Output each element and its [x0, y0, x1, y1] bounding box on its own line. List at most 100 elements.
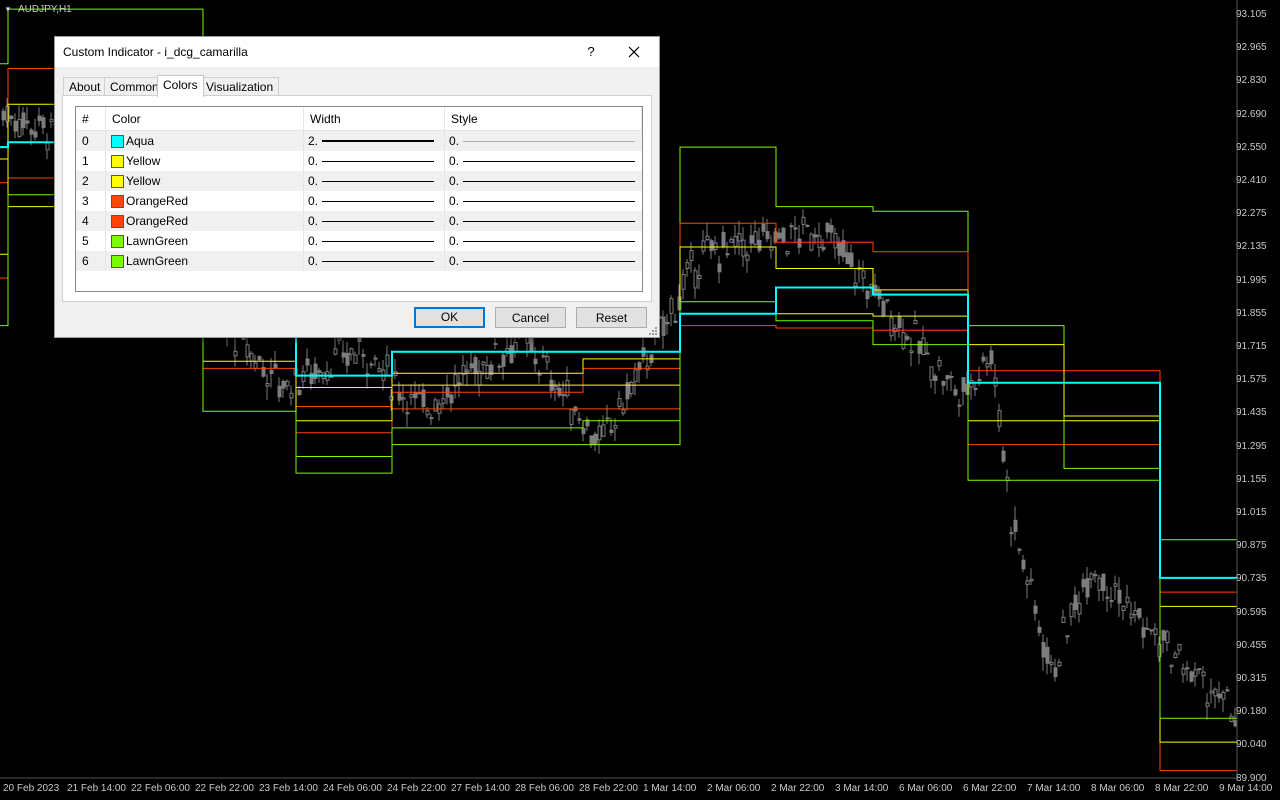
width-select[interactable]: 0. [304, 171, 445, 191]
color-swatch [111, 215, 124, 228]
candle-body [1153, 628, 1158, 635]
candle-body [597, 425, 602, 441]
tab-colors[interactable]: Colors [157, 75, 204, 97]
symbol-dropdown-icon[interactable]: ▼ [4, 5, 12, 14]
tab-about[interactable]: About [63, 77, 107, 96]
color-picker[interactable]: LawnGreen [106, 231, 304, 251]
help-button[interactable]: ? [581, 42, 601, 62]
width-select[interactable]: 0. [304, 151, 445, 171]
dialog-titlebar[interactable]: Custom Indicator - i_dcg_camarilla ? [55, 37, 659, 67]
style-select[interactable]: 0. [445, 131, 642, 151]
candle-body [689, 250, 694, 262]
candle-body [569, 409, 574, 425]
style-select[interactable]: 0. [445, 151, 642, 171]
style-line-preview [463, 161, 635, 162]
candle-body [1081, 579, 1086, 588]
color-picker[interactable]: OrangeRed [106, 211, 304, 231]
style-select[interactable]: 0. [445, 251, 642, 271]
candle-body [281, 380, 286, 389]
width-select[interactable]: 0. [304, 231, 445, 251]
row-index: 3 [76, 191, 106, 211]
color-picker[interactable]: OrangeRed [106, 191, 304, 211]
color-name: Yellow [126, 174, 161, 188]
width-line-preview [322, 201, 434, 202]
colors-table: # Color Width Style 0 Aqua 2. 0. 1 Yellow 0. 0.… [75, 106, 643, 292]
candle-body [1069, 603, 1074, 618]
candle-body [685, 262, 690, 269]
candle-body [369, 363, 374, 366]
color-swatch [111, 195, 124, 208]
reset-button[interactable]: Reset [576, 307, 647, 328]
style-select[interactable]: 0. [445, 171, 642, 191]
candle-body [705, 235, 710, 241]
style-value: 0. [449, 254, 460, 268]
color-swatch [111, 175, 124, 188]
candle-body [1221, 691, 1226, 700]
table-row[interactable]: 4 OrangeRed 0. 0. [76, 211, 642, 231]
width-value: 0. [308, 214, 319, 228]
table-row[interactable]: 0 Aqua 2. 0. [76, 131, 642, 151]
width-select[interactable]: 2. [304, 131, 445, 151]
candle-body [533, 358, 538, 365]
price-tick-label: 90.315 [1236, 673, 1267, 684]
candle-body [1161, 630, 1166, 641]
candle-body [373, 357, 378, 360]
cancel-button[interactable]: Cancel [495, 307, 566, 328]
candle-body [273, 363, 278, 369]
candle-body [473, 357, 478, 374]
resize-grip-icon[interactable] [649, 327, 657, 335]
table-row[interactable]: 5 LawnGreen 0. 0. [76, 231, 642, 251]
width-select[interactable]: 0. [304, 191, 445, 211]
candle-body [781, 227, 786, 242]
table-row[interactable]: 3 OrangeRed 0. 0. [76, 191, 642, 211]
candle-body [1209, 690, 1214, 694]
ok-button[interactable]: OK [414, 307, 485, 328]
tab-common[interactable]: Common [104, 77, 165, 96]
candle-body [45, 142, 50, 151]
width-value: 0. [308, 154, 319, 168]
candle-body [1197, 668, 1202, 671]
style-line-preview [463, 141, 635, 142]
candle-body [1029, 578, 1034, 582]
table-row[interactable]: 1 Yellow 0. 0. [76, 151, 642, 171]
style-select[interactable]: 0. [445, 211, 642, 231]
candle-body [841, 240, 846, 258]
candle-body [333, 348, 338, 355]
style-line-preview [463, 201, 635, 202]
candle-body [709, 240, 714, 252]
style-value: 0. [449, 194, 460, 208]
width-value: 0. [308, 254, 319, 268]
color-picker[interactable]: LawnGreen [106, 251, 304, 271]
candle-body [33, 131, 38, 138]
candle-body [601, 424, 606, 437]
close-button[interactable] [621, 41, 647, 63]
candle-body [305, 358, 310, 366]
candle-body [769, 246, 774, 251]
candle-body [833, 232, 838, 249]
style-line-preview [463, 221, 635, 222]
style-select[interactable]: 0. [445, 231, 642, 251]
close-icon [628, 46, 640, 58]
candle-body [1217, 693, 1222, 699]
color-picker[interactable]: Aqua [106, 131, 304, 151]
width-select[interactable]: 0. [304, 251, 445, 271]
table-row[interactable]: 2 Yellow 0. 0. [76, 171, 642, 191]
time-tick-label: 28 Feb 06:00 [515, 783, 574, 794]
candle-body [1085, 578, 1090, 598]
tab-visualization[interactable]: Visualization [200, 77, 280, 96]
table-row[interactable]: 6 LawnGreen 0. 0. [76, 251, 642, 271]
candle-body [297, 389, 302, 395]
width-select[interactable]: 0. [304, 211, 445, 231]
color-picker[interactable]: Yellow [106, 171, 304, 191]
candle-body [805, 224, 810, 227]
row-index: 6 [76, 251, 106, 271]
candle-body [1141, 627, 1146, 638]
style-select[interactable]: 0. [445, 191, 642, 211]
candle-body [253, 362, 258, 369]
candle-body [577, 418, 582, 421]
price-tick-label: 91.855 [1236, 307, 1267, 319]
candle-body [1041, 642, 1046, 658]
color-picker[interactable]: Yellow [106, 151, 304, 171]
time-tick-label: 24 Feb 06:00 [323, 783, 382, 794]
candle-body [861, 270, 866, 279]
